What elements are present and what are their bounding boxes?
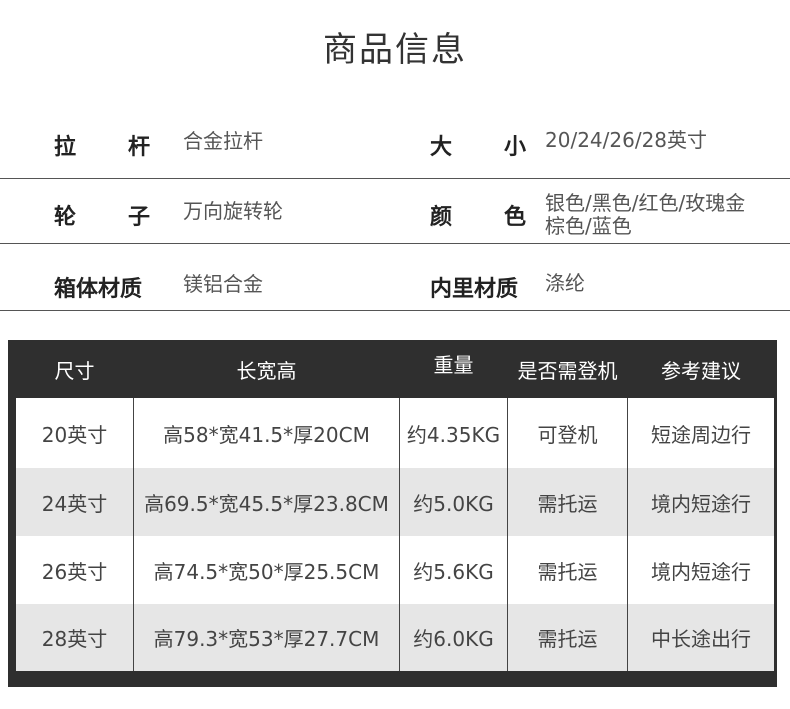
table-row: 26英寸 高74.5*宽50*厚25.5CM 约5.6KG 需托运 境内短途行 — [16, 536, 774, 604]
cell-size: 28英寸 — [41, 627, 108, 651]
label-lining-material: 内里材质 — [430, 277, 519, 302]
cell-boarding: 可登机 — [537, 422, 598, 447]
cell-dimensions: 高58*宽41.5*厚20CM — [163, 422, 370, 447]
cell-weight: 约5.0KG — [413, 491, 494, 516]
cell-weight: 约4.35KG — [406, 422, 501, 447]
table-row: 28英寸 高79.3*宽53*厚27.7CM 约6.0KG 需托运 中长途出行 — [16, 604, 774, 671]
cell-size: 26英寸 — [41, 559, 108, 584]
label-handle: 拉 杆 — [54, 129, 150, 161]
table-header-dimensions: 长宽高 — [236, 358, 297, 383]
cell-dimensions: 高69.5*宽45.5*厚23.8CM — [144, 491, 389, 516]
table-row: 24英寸 高69.5*宽45.5*厚23.8CM 约5.0KG 需托运 境内短途… — [16, 468, 774, 536]
value-size: 20/24/26/28英寸 — [545, 128, 708, 152]
label-char: 拉 — [54, 135, 77, 160]
column-divider — [133, 398, 134, 671]
cell-dimensions: 高74.5*宽50*厚25.5CM — [153, 559, 380, 584]
page-title: 商品信息 — [323, 30, 467, 70]
table-header-weight: 重量 — [433, 352, 474, 377]
column-divider — [507, 398, 508, 671]
value-lining-material: 涤纶 — [545, 271, 585, 295]
column-divider — [399, 398, 400, 671]
value-case-material: 镁铝合金 — [183, 272, 263, 296]
label-char: 颜 — [430, 205, 453, 230]
value-handle: 合金拉杆 — [183, 129, 263, 153]
cell-suggestion: 境内短途行 — [651, 559, 751, 584]
divider — [0, 243, 790, 244]
label-char: 子 — [127, 205, 150, 230]
label-char: 杆 — [127, 135, 150, 160]
table-header-size: 尺寸 — [54, 358, 95, 383]
cell-weight: 约5.6KG — [413, 559, 494, 584]
label-wheels: 轮 子 — [54, 199, 150, 231]
cell-weight: 约6.0KG — [413, 627, 494, 651]
cell-size: 20英寸 — [41, 422, 108, 447]
info-row-wheels-color: 轮 子 万向旋转轮 颜 色 银色/黑色/红色/玫瑰金 棕色/蓝色 — [0, 178, 790, 244]
info-row-material: 箱体材质 镁铝合金 内里材质 涤纶 — [0, 246, 790, 312]
label-color: 颜 色 — [430, 199, 526, 231]
cell-suggestion: 中长途出行 — [651, 627, 751, 651]
value-color-line1: 银色/黑色/红色/玫瑰金 — [545, 191, 746, 215]
cell-boarding: 需托运 — [537, 491, 598, 516]
table-body: 20英寸 高58*宽41.5*厚20CM 约4.35KG 可登机 短途周边行 2… — [16, 398, 774, 671]
info-row-handle-size: 拉 杆 合金拉杆 大 小 20/24/26/28英寸 — [0, 109, 790, 175]
cell-suggestion: 短途周边行 — [651, 422, 751, 447]
table-header-boarding: 是否需登机 — [517, 358, 618, 383]
value-wheels: 万向旋转轮 — [183, 199, 283, 223]
label-case-material: 箱体材质 — [54, 277, 143, 302]
column-divider — [627, 398, 628, 671]
cell-suggestion: 境内短途行 — [651, 491, 751, 516]
table-row: 20英寸 高58*宽41.5*厚20CM 约4.35KG 可登机 短途周边行 — [16, 398, 774, 468]
label-char: 色 — [503, 205, 526, 230]
label-char: 小 — [503, 135, 526, 160]
size-table: 尺寸 长宽高 重量 是否需登机 参考建议 20英寸 高58*宽41.5*厚20C… — [8, 340, 777, 687]
label-char: 轮 — [54, 205, 77, 230]
cell-boarding: 需托运 — [537, 559, 598, 584]
cell-dimensions: 高79.3*宽53*厚27.7CM — [153, 627, 380, 651]
label-size: 大 小 — [430, 129, 526, 161]
value-color-line2: 棕色/蓝色 — [545, 214, 632, 238]
cell-boarding: 需托运 — [537, 627, 598, 651]
divider — [0, 310, 790, 311]
table-header-suggestion: 参考建议 — [661, 358, 741, 383]
cell-size: 24英寸 — [41, 491, 108, 516]
label-char: 大 — [430, 135, 453, 160]
